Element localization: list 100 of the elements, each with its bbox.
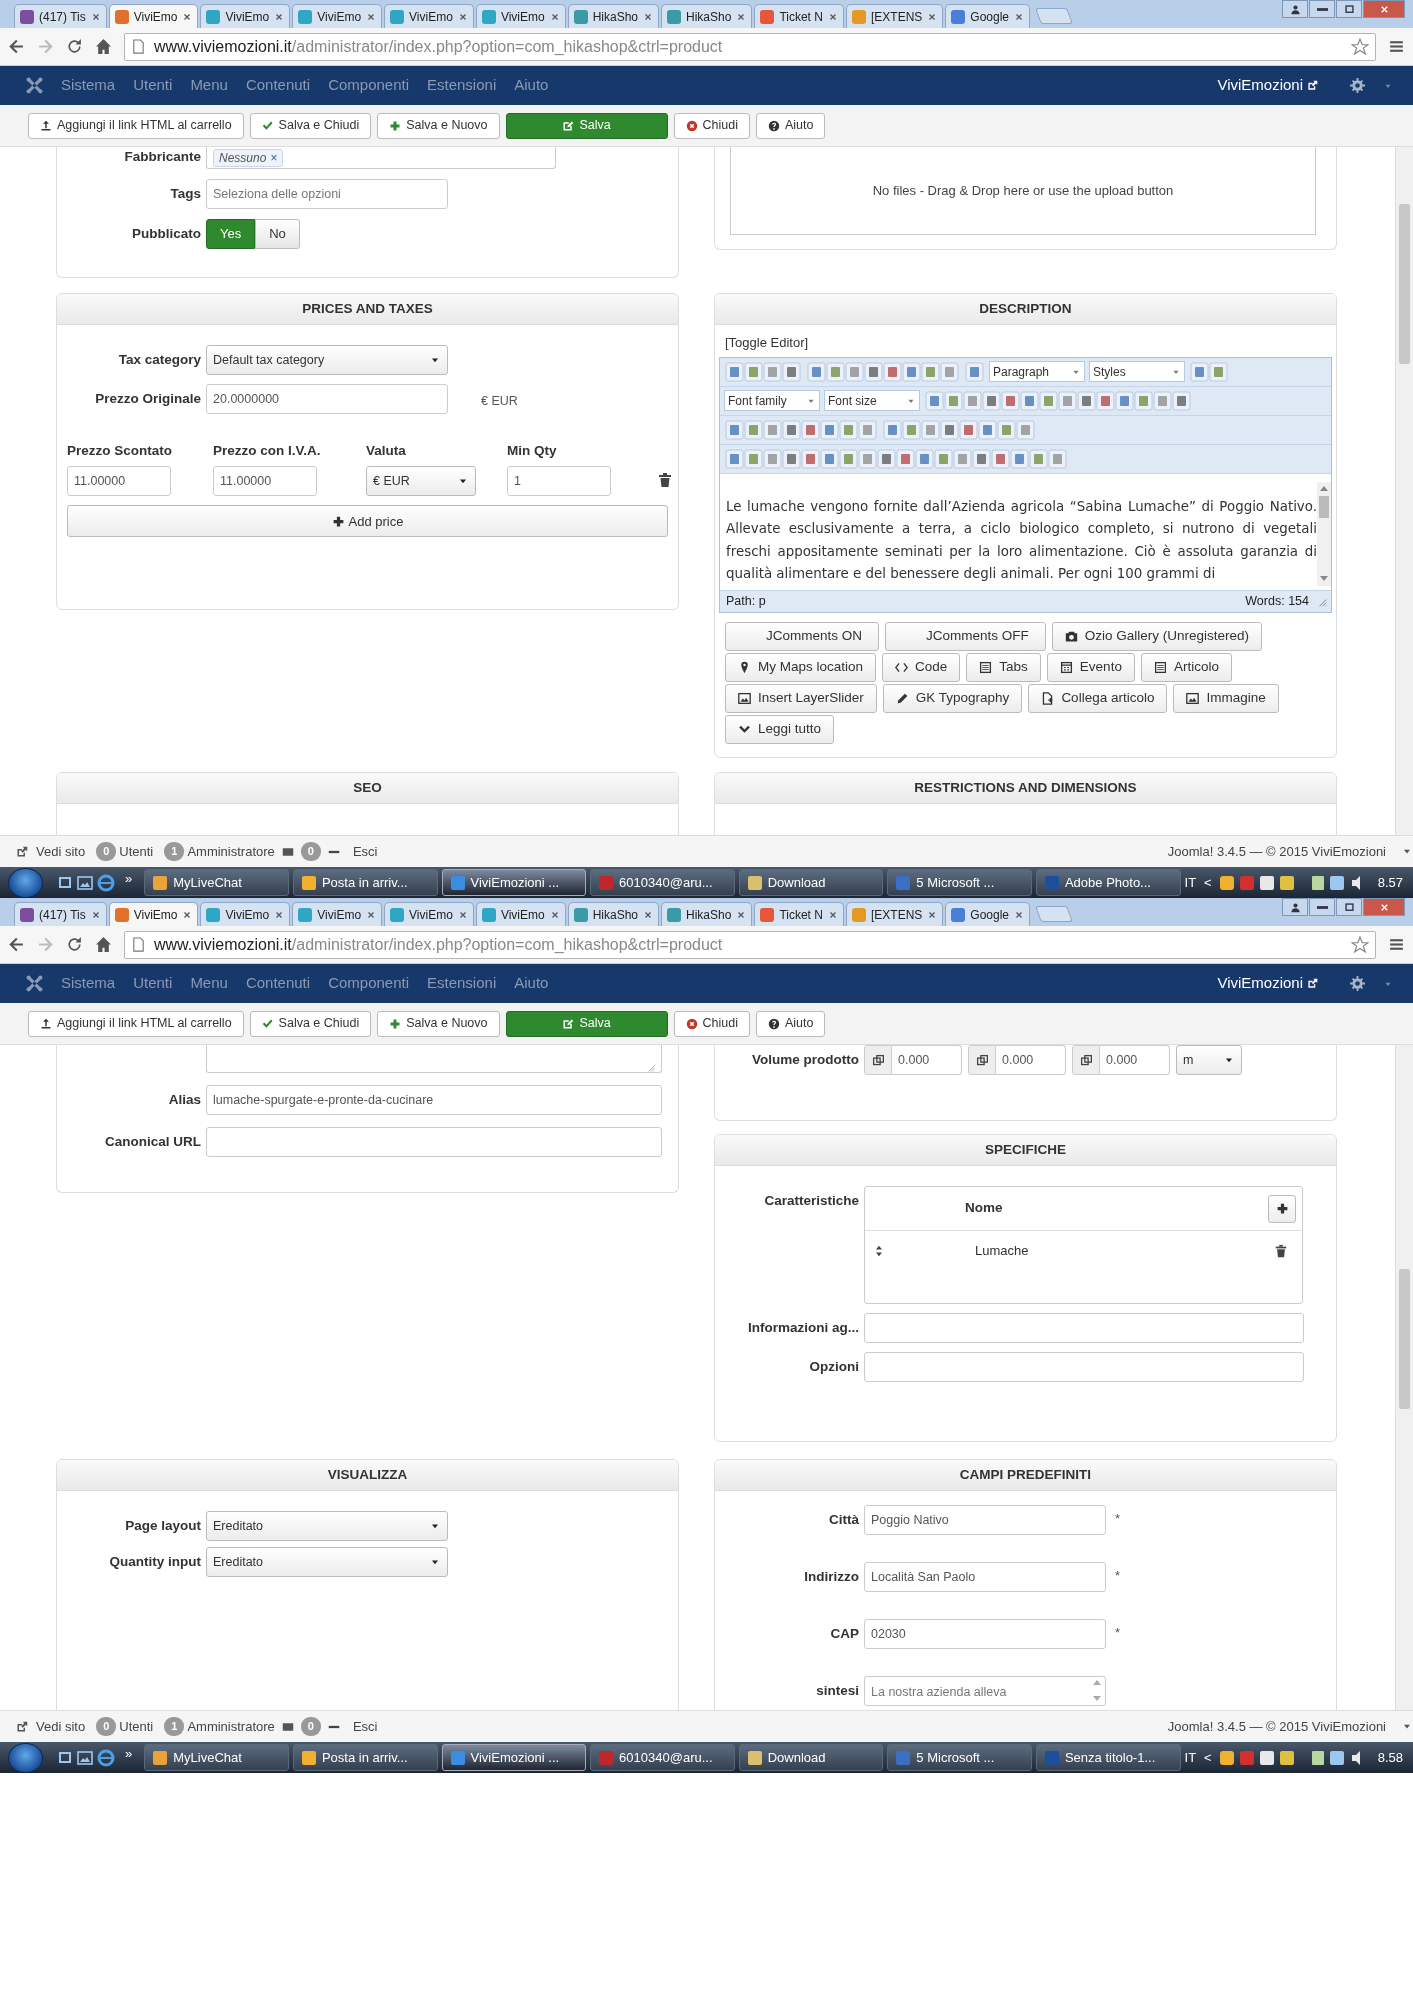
format-dropdown[interactable]: Styles <box>1089 361 1185 382</box>
text-field[interactable]: 11.00000 <box>213 466 317 497</box>
text-field[interactable]: 0.000 <box>1100 1045 1170 1075</box>
text-field[interactable]: 0.000 <box>892 1045 962 1075</box>
sort-icon[interactable] <box>873 1244 885 1257</box>
dropdown[interactable]: Default tax category <box>206 345 448 375</box>
close-icon[interactable] <box>643 909 654 920</box>
browser-tab[interactable]: (417) Tis <box>14 902 107 926</box>
browser-tab[interactable]: ViviEmo <box>200 902 291 926</box>
site-link[interactable]: ViviEmozioni <box>1217 972 1318 995</box>
dropdown[interactable]: Ereditato <box>206 1511 448 1541</box>
star-icon[interactable] <box>1351 37 1369 56</box>
menu-item[interactable]: Componenti <box>328 74 409 97</box>
text-field[interactable]: 1 <box>507 466 611 497</box>
close-icon[interactable] <box>1014 909 1024 920</box>
start-button[interactable] <box>8 1742 44 1773</box>
menu-item[interactable]: Utenti <box>133 74 173 97</box>
browser-tab[interactable]: [EXTENS <box>845 902 944 926</box>
back-icon[interactable] <box>8 936 25 953</box>
taskbar-button[interactable]: 6010340@aru... <box>590 869 735 896</box>
logout-link[interactable]: Esci <box>352 1716 378 1737</box>
tags-field[interactable]: Nessuno × <box>206 147 556 169</box>
trash-icon[interactable] <box>657 472 673 489</box>
browser-tab[interactable]: ViviEmo <box>475 4 566 28</box>
desktop-icon[interactable] <box>57 874 74 891</box>
editor-button[interactable]: Leggi tutto <box>725 714 835 744</box>
close-icon[interactable] <box>643 11 654 22</box>
toolbar-button[interactable]: Chiudi <box>673 1010 750 1037</box>
editor-button[interactable]: GK Typography <box>882 683 1023 713</box>
view-site-link[interactable]: Vedi sito <box>16 1716 86 1737</box>
site-link[interactable]: ViviEmozioni <box>1217 74 1318 97</box>
status-label[interactable]: Utenti <box>119 1716 154 1737</box>
status-label[interactable]: Utenti <box>119 841 154 862</box>
address-field[interactable]: www.viviemozioni.it/administrator/index.php?option=com_hikashop&ctrl=product <box>124 930 1376 959</box>
mail-icon[interactable] <box>281 1720 294 1733</box>
browser-tab[interactable]: HikaSho <box>567 902 660 926</box>
toolbar-button[interactable]: Aggiungi il link HTML al carrello <box>28 112 244 139</box>
taskbar-button[interactable]: Download <box>738 1744 884 1771</box>
editor-button[interactable]: Code <box>882 652 961 682</box>
back-icon[interactable] <box>8 38 25 55</box>
add-button[interactable] <box>1268 1194 1296 1223</box>
menu-item[interactable]: Sistema <box>61 972 116 995</box>
close-icon[interactable] <box>182 909 193 920</box>
toolbar-button[interactable]: Chiudi <box>673 112 750 139</box>
toolbar-button[interactable]: Aggiungi il link HTML al carrello <box>28 1010 244 1037</box>
close-icon[interactable] <box>927 11 938 22</box>
text-field[interactable]: lumache-spurgate-e-pronte-da-cucinare <box>206 1085 662 1115</box>
logout-link[interactable]: Esci <box>352 841 378 862</box>
close-icon[interactable] <box>457 909 468 920</box>
taskbar-button[interactable]: MyLiveChat <box>144 869 289 896</box>
close-icon[interactable] <box>90 909 101 920</box>
editor-button[interactable]: Collega articolo <box>1028 683 1168 713</box>
format-dropdown[interactable]: Font family <box>724 390 820 411</box>
editor-button[interactable]: Articolo <box>1140 652 1232 682</box>
desktop-icon[interactable] <box>57 1749 74 1766</box>
browser-tab[interactable]: (417) Tis <box>14 4 107 28</box>
taskbar-button[interactable]: Download <box>738 869 884 896</box>
view-site-link[interactable]: Vedi sito <box>16 841 86 862</box>
menu-item[interactable]: Aiuto <box>514 972 549 995</box>
taskbar-button[interactable]: MyLiveChat <box>144 1744 289 1771</box>
taskbar-button[interactable]: 6010340@aru... <box>590 1744 735 1771</box>
user-button[interactable] <box>1282 0 1308 18</box>
taskbar-button[interactable]: Posta in arriv... <box>292 869 438 896</box>
text-field[interactable]: 0.000 <box>996 1045 1066 1075</box>
close-icon[interactable] <box>274 909 285 920</box>
menu-item[interactable]: Sistema <box>61 74 116 97</box>
toolbar-button[interactable]: Salva e Chiudi <box>249 1010 372 1037</box>
text-field[interactable]: Seleziona delle opzioni <box>206 179 448 209</box>
text-field[interactable]: Poggio Nativo <box>864 1505 1106 1535</box>
maximize-button[interactable] <box>1336 898 1362 916</box>
editor-button[interactable]: Immagine <box>1173 683 1279 713</box>
taskbar-button[interactable]: Adobe Photo... <box>1035 869 1181 896</box>
reload-icon[interactable] <box>66 38 83 55</box>
toggle-option[interactable]: No <box>255 219 300 249</box>
close-icon[interactable] <box>827 11 838 22</box>
browser-tab[interactable]: ViviEmo <box>108 4 199 28</box>
editor-button[interactable]: Insert LayerSlider <box>725 683 877 713</box>
format-dropdown[interactable]: Paragraph <box>989 361 1085 382</box>
browser-tab[interactable]: Google <box>945 902 1030 926</box>
browser-tab[interactable]: ViviEmo <box>200 4 291 28</box>
toolbar-button[interactable]: Aiuto <box>755 1010 826 1037</box>
browser-tab[interactable]: ViviEmo <box>292 902 383 926</box>
close-icon[interactable] <box>927 909 938 920</box>
language-indicator[interactable]: IT <box>1184 1747 1197 1768</box>
browser-tab[interactable]: Ticket N <box>754 4 844 28</box>
browser-tab[interactable]: ViviEmo <box>384 902 474 926</box>
close-icon[interactable] <box>736 11 747 22</box>
home-icon[interactable] <box>95 936 112 953</box>
text-field[interactable] <box>864 1313 1304 1343</box>
editor-button[interactable]: JComments ON <box>725 621 880 651</box>
remove-tag-button[interactable]: × <box>270 148 278 167</box>
menu-item[interactable]: Menu <box>190 74 228 97</box>
browser-tab[interactable]: HikaSho <box>567 4 660 28</box>
menu-item[interactable]: Contenuti <box>245 74 311 97</box>
editor-button[interactable]: My Maps location <box>725 652 877 682</box>
text-field[interactable]: Località San Paolo <box>864 1562 1106 1592</box>
maximize-button[interactable] <box>1336 0 1362 18</box>
close-icon[interactable] <box>549 11 560 22</box>
close-icon[interactable] <box>274 11 285 22</box>
add-price-button[interactable]: Add price <box>67 505 668 538</box>
